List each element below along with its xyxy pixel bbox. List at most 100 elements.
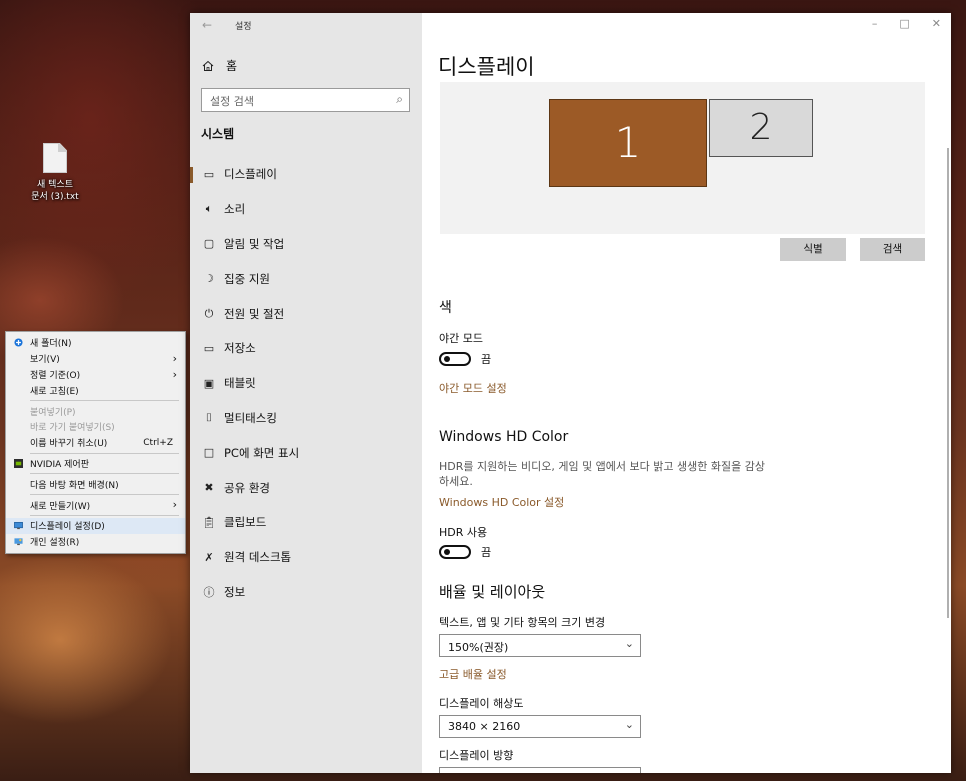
identify-button[interactable]: 식별 xyxy=(780,238,846,261)
menu-item-label: 이름 바꾸기 취소(U) xyxy=(30,439,108,450)
sidebar-item-shared-experiences[interactable]: ✖ 공유 환경 xyxy=(190,470,422,505)
chevron-right-icon: › xyxy=(172,498,177,512)
menu-item-new[interactable]: 새로 만들기(W) › xyxy=(6,497,185,513)
detect-button[interactable]: 검색 xyxy=(860,238,925,261)
hdr-use-label: HDR 사용 xyxy=(439,526,488,539)
menu-item-refresh[interactable]: 새로 고침(E) xyxy=(6,382,185,398)
sidebar-home[interactable]: 홈 xyxy=(202,57,237,74)
sidebar-item-label: 태블릿 xyxy=(224,376,256,391)
monitor-arrangement: 1 2 xyxy=(440,82,925,234)
page-title: 디스플레이 xyxy=(438,55,535,79)
menu-item-label: 새로 만들기(W) xyxy=(30,501,91,512)
night-mode-label: 야간 모드 xyxy=(439,332,483,345)
menu-item-label: 붙여넣기(P) xyxy=(30,407,76,418)
minimize-button[interactable]: – xyxy=(872,17,878,30)
monitor-icon: ▭ xyxy=(203,167,215,181)
settings-content: – □ ✕ 디스플레이 1 2 식별 검색 색 야간 모드 끔 야간 모드 설정… xyxy=(422,13,951,773)
sidebar-item-label: PC에 화면 표시 xyxy=(224,445,300,460)
multitasking-icon: ⌷ xyxy=(205,410,213,424)
menu-item-label: NVIDIA 제어판 xyxy=(30,459,89,470)
search-icon[interactable]: ⌕ xyxy=(396,92,403,107)
resolution-value: 3840 × 2160 xyxy=(448,720,521,733)
menu-item-label: 다음 바탕 화면 배경(N) xyxy=(30,480,119,491)
menu-item-nvidia[interactable]: NVIDIA 제어판 xyxy=(6,456,185,472)
scale-dropdown[interactable]: 150%(권장) ⌄ xyxy=(439,634,641,657)
sidebar-item-sound[interactable]: 🔈︎ 소리 xyxy=(190,192,422,227)
monitor-1[interactable]: 1 xyxy=(549,99,707,187)
info-icon: ⓘ xyxy=(203,585,215,599)
sidebar-item-clipboard[interactable]: 📋︎ 클립보드 xyxy=(190,505,422,540)
menu-item-new-folder[interactable]: 새 폴더(N) xyxy=(6,335,185,351)
search-placeholder: 설정 검색 xyxy=(210,95,254,108)
close-button[interactable]: ✕ xyxy=(932,17,941,30)
shared-icon: ✖ xyxy=(204,481,214,495)
menu-separator xyxy=(30,514,179,516)
menu-separator xyxy=(30,452,179,454)
monitor-2[interactable]: 2 xyxy=(709,99,813,157)
menu-item-paste-shortcut[interactable]: 바로 가기 붙여넣기(S) xyxy=(6,419,185,435)
sidebar-item-tablet[interactable]: ▣ 태블릿 xyxy=(190,366,422,401)
home-label: 홈 xyxy=(226,59,238,73)
night-mode-toggle[interactable]: 끔 xyxy=(439,351,491,367)
sidebar-item-label: 클립보드 xyxy=(224,515,267,530)
remote-icon: ✗ xyxy=(204,550,214,564)
new-folder-icon xyxy=(14,338,23,347)
menu-item-display-settings[interactable]: 디스플레이 설정(D) xyxy=(6,517,185,534)
hdr-settings-link[interactable]: Windows HD Color 설정 xyxy=(439,494,564,510)
project-icon: □ xyxy=(203,446,215,460)
moon-icon: ☽ xyxy=(204,272,214,286)
menu-item-paste[interactable]: 붙여넣기(P) xyxy=(6,403,185,419)
back-arrow-icon[interactable]: ← xyxy=(202,18,212,32)
menu-item-label: 새로 고침(E) xyxy=(30,386,79,397)
sidebar-item-multitasking[interactable]: ⌷ 멀티태스킹 xyxy=(190,401,422,436)
file-label-line1: 새 텍스트 xyxy=(37,180,73,190)
chevron-down-icon: ⌄ xyxy=(624,718,634,731)
sidebar-item-power[interactable]: ⏻ 전원 및 절전 xyxy=(190,296,422,331)
sidebar-item-notifications[interactable]: ▢ 알림 및 작업 xyxy=(190,227,422,262)
menu-item-view[interactable]: 보기(V) › xyxy=(6,351,185,367)
window-title: 설정 xyxy=(235,22,252,32)
advanced-scaling-link[interactable]: 고급 배율 설정 xyxy=(439,666,507,682)
sidebar-item-label: 알림 및 작업 xyxy=(224,236,285,251)
hdr-toggle[interactable]: 끔 xyxy=(439,544,491,560)
menu-item-next-background[interactable]: 다음 바탕 화면 배경(N) xyxy=(6,476,185,492)
sidebar-item-focus-assist[interactable]: ☽ 집중 지원 xyxy=(190,261,422,296)
sidebar-item-projecting[interactable]: □ PC에 화면 표시 xyxy=(190,435,422,470)
resolution-dropdown[interactable]: 3840 × 2160 ⌄ xyxy=(439,715,641,738)
sidebar-item-label: 집중 지원 xyxy=(224,271,270,286)
sidebar-item-storage[interactable]: ▭ 저장소 xyxy=(190,331,422,366)
menu-item-label: 디스플레이 설정(D) xyxy=(30,522,105,533)
toggle-switch[interactable] xyxy=(439,352,471,366)
color-section-title: 색 xyxy=(439,300,452,316)
menu-item-personalize[interactable]: 개인 설정(R) xyxy=(6,534,185,550)
toggle-state: 끔 xyxy=(481,546,492,559)
desktop-context-menu: 새 폴더(N) 보기(V) › 정렬 기준(O) › 새로 고침(E) 붙여넣기… xyxy=(5,331,186,554)
display-settings-icon xyxy=(14,522,23,530)
sidebar-item-remote-desktop[interactable]: ✗ 원격 데스크톱 xyxy=(190,540,422,575)
desktop-file-icon[interactable]: 새 텍스트 문서 (3).txt xyxy=(28,143,82,203)
maximize-button[interactable]: □ xyxy=(899,17,909,30)
menu-separator xyxy=(30,473,179,475)
orientation-dropdown[interactable] xyxy=(439,767,641,773)
toggle-switch[interactable] xyxy=(439,545,471,559)
sidebar-item-display[interactable]: ▭ 디스플레이 xyxy=(190,157,422,192)
menu-item-sort-by[interactable]: 정렬 기준(O) › xyxy=(6,367,185,383)
home-icon xyxy=(202,60,214,71)
hdr-section-title: Windows HD Color xyxy=(439,429,569,445)
sidebar-item-about[interactable]: ⓘ 정보 xyxy=(190,575,422,610)
personalize-icon xyxy=(14,538,23,546)
night-mode-settings-link[interactable]: 야간 모드 설정 xyxy=(439,380,507,396)
menu-item-undo-rename[interactable]: 이름 바꾸기 취소(U) Ctrl+Z xyxy=(6,435,185,451)
tablet-icon: ▣ xyxy=(203,376,215,390)
sidebar-section-title: 시스템 xyxy=(201,127,235,141)
text-file-icon xyxy=(43,143,67,173)
window-controls: – □ ✕ xyxy=(872,17,941,30)
settings-search-input[interactable]: 설정 검색 ⌕ xyxy=(201,88,410,112)
settings-window: ← 설정 홈 설정 검색 ⌕ 시스템 ▭ 디스플레이 🔈︎ 소리 ▢ 알림 및 … xyxy=(190,13,951,773)
file-label-line2: 문서 (3).txt xyxy=(31,192,79,202)
sidebar-item-label: 원격 데스크톱 xyxy=(224,550,292,565)
sidebar-nav: ▭ 디스플레이 🔈︎ 소리 ▢ 알림 및 작업 ☽ 집중 지원 ⏻ 전원 및 절… xyxy=(190,157,422,609)
menu-item-label: 보기(V) xyxy=(30,355,60,366)
sidebar-item-label: 저장소 xyxy=(224,341,256,356)
content-scrollbar[interactable] xyxy=(947,148,949,618)
